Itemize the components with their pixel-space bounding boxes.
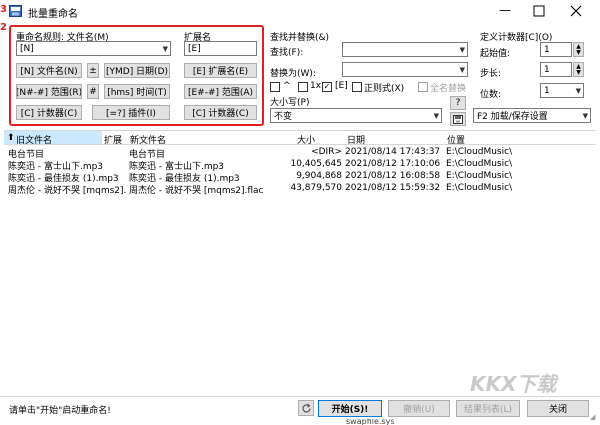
refresh-icon[interactable] xyxy=(298,400,314,416)
resize-grip-icon[interactable]: ◢ xyxy=(590,413,595,421)
name-rule-value: [N] xyxy=(20,43,34,54)
case-select[interactable]: 不变 ▼ xyxy=(270,108,442,123)
name-rule-input[interactable]: [N] ▼ xyxy=(16,41,171,56)
table-row[interactable]: 周杰伦 - 说好不哭 [mqms2]... 周杰伦 - 说好不哭 [mqms2]… xyxy=(8,183,582,196)
regex-label: 正则式(X) xyxy=(364,84,405,94)
step-value-input[interactable]: 1 xyxy=(540,62,572,77)
once-label: 1x xyxy=(310,81,322,91)
table-row[interactable]: 陈奕迅 - 最佳损友 (1).mp3 陈奕迅 - 最佳损友 (1).mp3 9,… xyxy=(8,171,582,184)
find-label: 查找(F): xyxy=(270,48,304,58)
fullname-checkbox[interactable] xyxy=(418,82,428,92)
replace-label: 替换为(W): xyxy=(270,69,316,79)
chevron-down-icon: ▼ xyxy=(162,44,168,53)
regex-checkbox[interactable] xyxy=(352,82,362,92)
chevron-down-icon: ▼ xyxy=(433,111,439,120)
chevron-down-icon: ▼ xyxy=(459,45,465,54)
save-settings-icon[interactable] xyxy=(450,112,466,126)
window-title: 批量重命名 xyxy=(28,9,78,20)
close-window-button[interactable] xyxy=(564,3,588,19)
case-label: 大小写(P) xyxy=(270,98,310,108)
undo-button[interactable]: 撤销(U) xyxy=(388,400,450,417)
start-value-input[interactable]: 1 xyxy=(540,42,572,57)
once-checkbox[interactable] xyxy=(298,82,308,92)
insert-time-button[interactable]: [hms] 时间(T) xyxy=(104,84,170,99)
insert-range-button[interactable]: [N#-#] 范围(R) xyxy=(16,84,82,99)
start-spinner[interactable]: ▲ ▼ xyxy=(573,42,584,57)
sort-up-icon: ⬆ xyxy=(7,133,15,143)
help-button[interactable]: ? xyxy=(450,96,466,110)
step-spinner[interactable]: ▲ ▼ xyxy=(573,62,584,77)
table-row[interactable]: 陈奕迅 - 富士山下.mp3 陈奕迅 - 富士山下.mp3 10,405,645… xyxy=(8,159,582,172)
start-label: 起始值: xyxy=(480,49,511,59)
chevron-down-icon: ▼ xyxy=(582,111,588,120)
insert-plugin-button[interactable]: [=?] 插件(I) xyxy=(92,105,170,120)
insert-ext-button[interactable]: [E] 扩展名(E) xyxy=(184,63,257,78)
digits-select[interactable]: 1 ▼ xyxy=(540,83,584,98)
insert-ext-range-button[interactable]: [E#-#] 范围(A) xyxy=(184,84,257,99)
ext-option-label: [E] xyxy=(335,81,348,91)
side-number-3: 3 xyxy=(0,4,7,15)
app-icon xyxy=(9,5,22,17)
find-input[interactable]: ▼ xyxy=(342,42,468,57)
result-list-button[interactable]: 结果列表(L) xyxy=(456,400,520,417)
replace-input[interactable]: ▼ xyxy=(342,62,468,77)
insert-counter-button[interactable]: [C] 计数器(C) xyxy=(16,105,82,120)
digits-label: 位数: xyxy=(480,90,502,100)
status-divider xyxy=(0,396,600,397)
step-label: 步长: xyxy=(480,69,502,79)
insert-ext-counter-button[interactable]: [C] 计数器(C) xyxy=(184,105,257,120)
case-value: 不变 xyxy=(274,112,293,122)
chevron-down-icon: ▼ xyxy=(459,65,465,74)
watermark: KKX下载 xyxy=(470,372,557,396)
caret-checkbox[interactable] xyxy=(270,82,280,92)
start-button[interactable]: 开始(S)! xyxy=(318,400,382,417)
ext-checkbox[interactable]: ✓ xyxy=(322,82,332,92)
hash-button[interactable]: # xyxy=(87,84,99,99)
header-divider xyxy=(4,144,596,145)
side-number-2: 2 xyxy=(0,22,7,33)
plus-minus-button[interactable]: ± xyxy=(87,63,99,78)
ext-rule-input[interactable]: [E] xyxy=(184,41,257,56)
close-button[interactable]: 关闭 xyxy=(527,400,589,417)
search-group-label: 查找并替换(&) xyxy=(270,33,330,43)
preset-select[interactable]: F2 加载/保存设置 ▼ xyxy=(473,108,591,123)
status-message: 请单击"开始"启动重命名! xyxy=(9,406,111,416)
fullname-label: 全名替换 xyxy=(430,84,467,94)
minimize-button[interactable]: — xyxy=(493,3,517,19)
caret-label: ^ xyxy=(283,81,291,91)
maximize-button[interactable] xyxy=(527,3,551,19)
chevron-down-icon: ▼ xyxy=(575,86,581,95)
title-bar: 3 批量重命名 — xyxy=(0,0,600,24)
insert-date-button[interactable]: [YMD] 日期(D) xyxy=(104,63,170,78)
background-file-fragment: swapfile.sys xyxy=(346,419,395,425)
insert-filename-button[interactable]: [N] 文件名(N) xyxy=(16,63,82,78)
ext-rule-value: [E] xyxy=(188,43,201,54)
table-row[interactable]: 电台节目 电台节目 <DIR> 2021/08/14 17:43:37 E:\C… xyxy=(8,147,582,160)
